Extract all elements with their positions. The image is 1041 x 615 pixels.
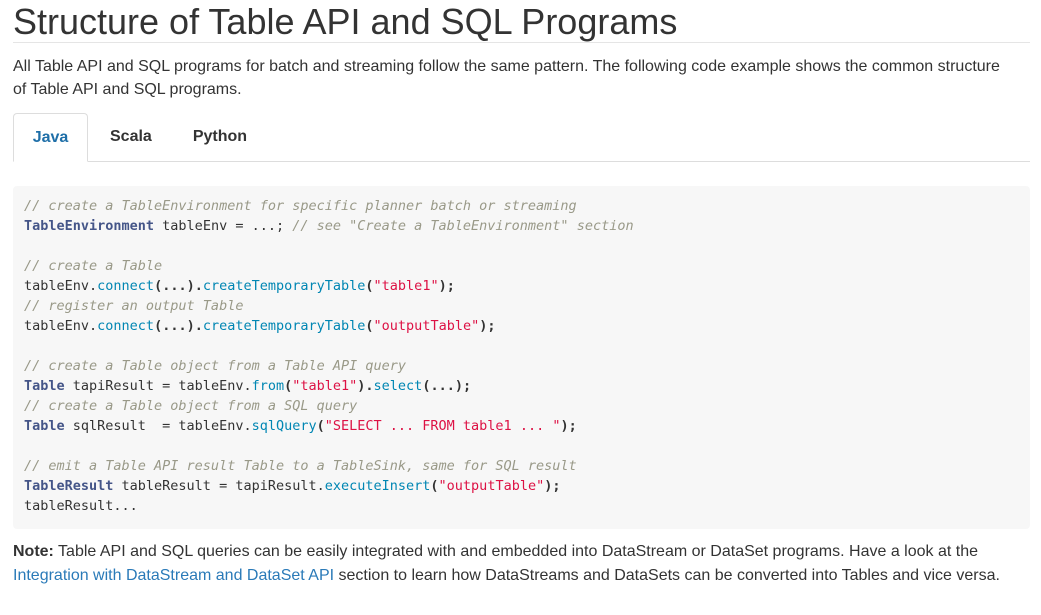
tab-python[interactable]: Python [172, 113, 267, 161]
code-text: (...). [154, 278, 203, 294]
note-paragraph: Note: Table API and SQL queries can be e… [13, 540, 1030, 588]
code-text: ( [316, 418, 325, 434]
code-line-16: tableResult... [24, 496, 1019, 516]
integration-link[interactable]: Integration with DataStream and DataSet … [13, 567, 334, 584]
code-function: select [373, 378, 423, 394]
code-string: "table1" [373, 278, 439, 294]
code-comment: // register an output Table [24, 298, 244, 314]
code-text: ( [365, 278, 374, 294]
code-text: ); [560, 418, 577, 434]
code-comment: // emit a Table API result Table to a Ta… [24, 458, 577, 474]
code-line-6: // register an output Table [24, 296, 1019, 316]
language-tabs: Java Scala Python [13, 113, 1030, 162]
code-text: ( [430, 478, 439, 494]
code-line-5: tableEnv.connect(...).createTemporaryTab… [24, 276, 1019, 296]
code-line-15: TableResult tableResult = tapiResult.exe… [24, 476, 1019, 496]
code-text: sqlResult = tableEnv. [64, 418, 252, 434]
note-text: Table API and SQL queries can be easily … [53, 543, 978, 560]
code-line-10: Table tapiResult = tableEnv.from("table1… [24, 376, 1019, 396]
code-comment: // see "Create a TableEnvironment" secti… [292, 218, 634, 234]
code-type: Table [24, 378, 65, 394]
code-text: ); [479, 318, 496, 334]
code-text: tableResult = tapiResult. [113, 478, 325, 494]
code-block: // create a TableEnvironment for specifi… [13, 186, 1030, 529]
code-text: tableEnv = ...; [154, 218, 293, 234]
code-text: tableResult... [24, 498, 138, 514]
code-string: "outputTable" [373, 318, 480, 334]
code-text: (...). [154, 318, 203, 334]
note-label: Note: [13, 543, 54, 560]
code-function: createTemporaryTable [202, 278, 366, 294]
tab-scala[interactable]: Scala [88, 113, 172, 161]
code-string: "outputTable" [438, 478, 545, 494]
code-line-9: // create a Table object from a Table AP… [24, 356, 1019, 376]
code-function: executeInsert [324, 478, 431, 494]
code-string: "SELECT ... FROM table1 ... " [324, 418, 561, 434]
code-text: (...); [422, 378, 472, 394]
code-type: TableEnvironment [24, 218, 155, 234]
code-text: ); [438, 278, 455, 294]
note-text: section to learn how DataStreams and Dat… [334, 567, 1000, 584]
code-text: tableEnv. [24, 278, 98, 294]
code-function: sqlQuery [251, 418, 317, 434]
code-function: createTemporaryTable [202, 318, 366, 334]
code-line-7: tableEnv.connect(...).createTemporaryTab… [24, 316, 1019, 336]
code-line-4: // create a Table [24, 256, 1019, 276]
page-title: Structure of Table API and SQL Programs [13, 0, 1030, 43]
tab-java[interactable]: Java [13, 113, 88, 162]
code-type: TableResult [24, 478, 114, 494]
code-text: ); [544, 478, 561, 494]
code-function: connect [97, 278, 155, 294]
code-line-2: TableEnvironment tableEnv = ...; // see … [24, 216, 1019, 236]
code-text: tapiResult = tableEnv. [64, 378, 252, 394]
code-text: ( [284, 378, 293, 394]
code-type: Table [24, 418, 65, 434]
code-comment: // create a Table [24, 258, 163, 274]
code-line-14: // emit a Table API result Table to a Ta… [24, 456, 1019, 476]
code-line-12: Table sqlResult = tableEnv.sqlQuery("SEL… [24, 416, 1019, 436]
code-function: connect [97, 318, 155, 334]
code-comment: // create a Table object from a SQL quer… [24, 398, 358, 414]
content: Structure of Table API and SQL Programs … [13, 0, 1030, 584]
code-comment: // create a TableEnvironment for specifi… [24, 198, 577, 214]
code-line-1: // create a TableEnvironment for specifi… [24, 196, 1019, 216]
code-string: "table1" [292, 378, 358, 394]
code-text: ). [357, 378, 374, 394]
intro-paragraph: All Table API and SQL programs for batch… [13, 58, 1000, 98]
code-text: ( [365, 318, 374, 334]
code-text: tableEnv. [24, 318, 98, 334]
code-line-11: // create a Table object from a SQL quer… [24, 396, 1019, 416]
code-comment: // create a Table object from a Table AP… [24, 358, 407, 374]
code-function: from [251, 378, 285, 394]
